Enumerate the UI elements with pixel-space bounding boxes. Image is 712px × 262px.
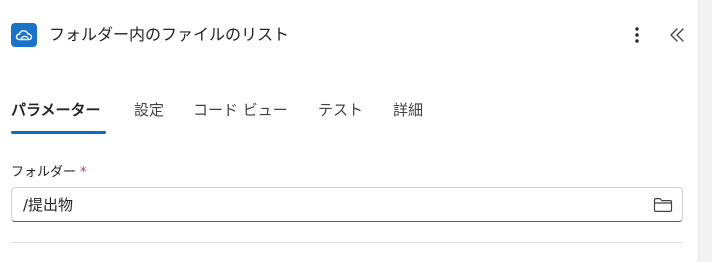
folder-label-text: フォルダー bbox=[11, 165, 77, 180]
action-details-panel: フォルダー内のファイルのリスト パラメーター 設定 コード ビュー テスト 詳細… bbox=[0, 0, 698, 262]
required-mark: * bbox=[80, 165, 87, 180]
tab-list: パラメーター 設定 コード ビュー テスト 詳細 bbox=[0, 96, 698, 136]
folder-field-label: フォルダー * bbox=[11, 164, 87, 182]
more-options-button[interactable] bbox=[628, 24, 646, 46]
more-vertical-icon bbox=[635, 27, 639, 43]
folder-field[interactable]: /提出物 bbox=[11, 187, 683, 222]
tab-details[interactable]: 詳細 bbox=[393, 100, 423, 120]
panel-edge bbox=[698, 0, 712, 262]
onedrive-cloud-icon bbox=[11, 23, 37, 47]
browse-folder-button[interactable] bbox=[653, 196, 673, 214]
tab-code-view[interactable]: コード ビュー bbox=[193, 100, 288, 120]
tab-parameters[interactable]: パラメーター bbox=[11, 100, 101, 120]
tab-settings[interactable]: 設定 bbox=[134, 100, 164, 120]
tab-test[interactable]: テスト bbox=[318, 100, 363, 120]
active-tab-indicator bbox=[11, 131, 106, 134]
collapse-panel-button[interactable] bbox=[666, 24, 688, 46]
page-title: フォルダー内のファイルのリスト bbox=[49, 25, 290, 44]
section-divider bbox=[11, 242, 683, 243]
panel-header: フォルダー内のファイルのリスト bbox=[0, 0, 698, 68]
folder-icon bbox=[653, 198, 673, 212]
double-chevron-left-icon bbox=[670, 28, 684, 42]
folder-field-value[interactable]: /提出物 bbox=[23, 196, 73, 214]
